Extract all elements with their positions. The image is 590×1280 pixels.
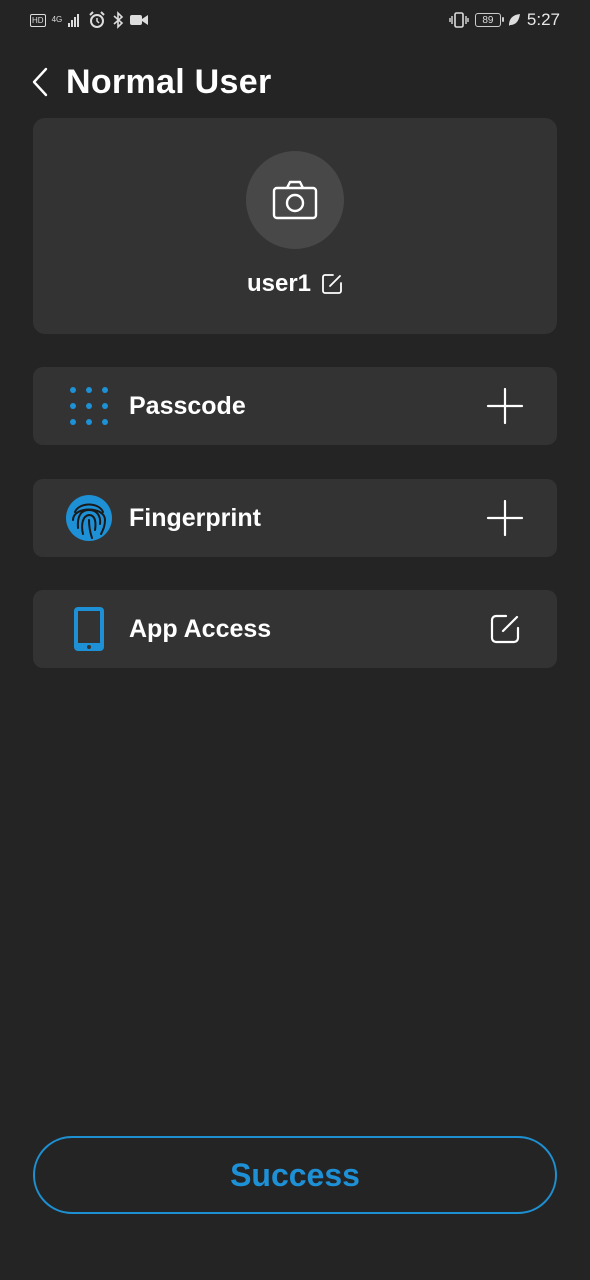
clock: 5:27 — [526, 10, 560, 29]
app-access-row[interactable]: App Access — [33, 590, 557, 668]
success-button[interactable]: Success — [33, 1136, 557, 1214]
leaf-icon — [508, 14, 520, 26]
fingerprint-row[interactable]: Fingerprint — [33, 479, 557, 557]
fingerprint-label: Fingerprint — [129, 503, 261, 532]
add-passcode-button[interactable] — [485, 386, 525, 426]
hd-indicator: HD — [30, 13, 46, 27]
alarm-icon — [89, 11, 105, 28]
passcode-row[interactable]: Passcode — [33, 367, 557, 445]
signal-icon — [68, 14, 80, 27]
fingerprint-icon — [65, 494, 113, 542]
chevron-left-icon — [32, 67, 48, 97]
edit-icon — [490, 614, 520, 644]
edit-icon[interactable] — [321, 273, 343, 295]
video-icon — [130, 15, 149, 25]
back-button[interactable] — [30, 62, 58, 102]
vibrate-icon — [449, 12, 469, 28]
battery-icon: 89 — [474, 13, 504, 27]
page-title: Normal User — [66, 62, 272, 101]
username: user1 — [246, 270, 312, 297]
header: Normal User — [30, 58, 272, 106]
keypad-icon — [65, 382, 113, 430]
add-icon — [486, 499, 524, 537]
add-icon — [486, 387, 524, 425]
add-fingerprint-button[interactable] — [485, 498, 525, 538]
battery-level: 89 — [482, 14, 494, 26]
phone-icon — [65, 605, 113, 653]
passcode-label: Passcode — [129, 391, 246, 420]
app-access-label: App Access — [129, 614, 272, 643]
camera-icon — [272, 180, 318, 220]
status-bar: HD 4G 89 5:27 — [0, 0, 590, 42]
avatar-button[interactable] — [246, 151, 344, 249]
profile-card: user1 — [33, 118, 557, 334]
username-row[interactable]: user1 — [33, 270, 557, 298]
success-label: Success — [230, 1156, 360, 1193]
network-type: 4G — [51, 15, 63, 24]
edit-app-access-button[interactable] — [485, 609, 525, 649]
bluetooth-icon — [113, 11, 124, 29]
